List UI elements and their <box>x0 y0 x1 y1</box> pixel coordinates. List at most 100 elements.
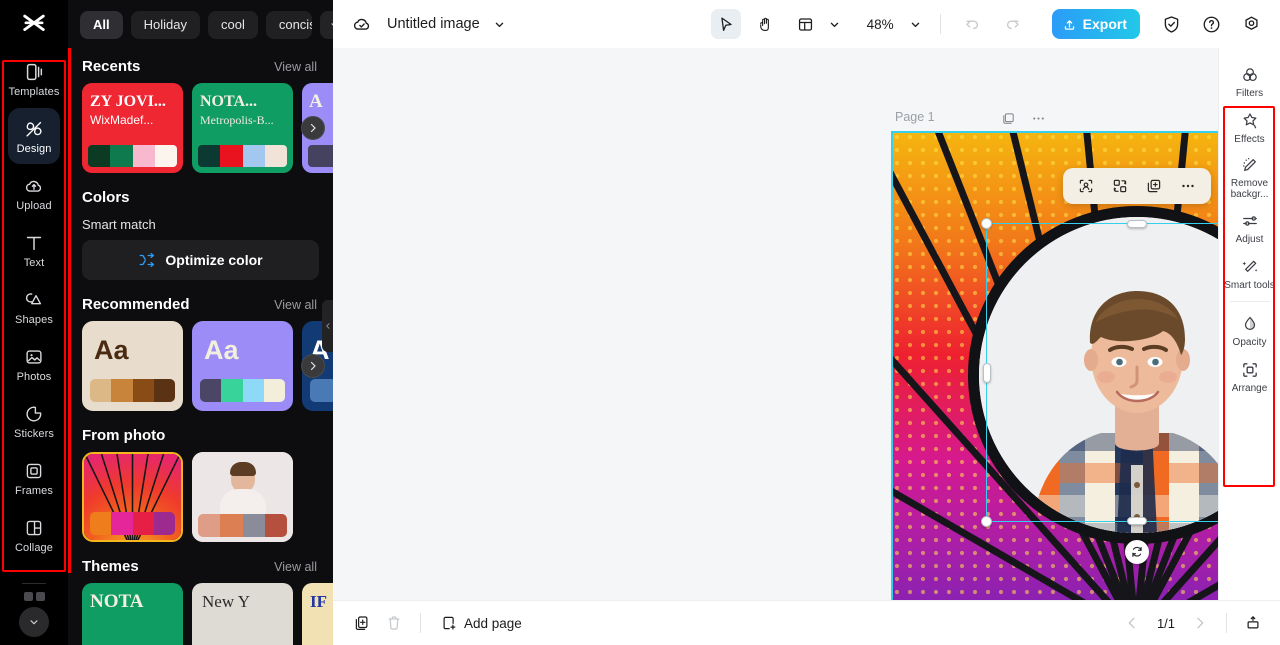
rotate-handle[interactable] <box>1125 540 1149 564</box>
sidebar-item-photos[interactable]: Photos <box>8 336 60 392</box>
shield-check-icon <box>1164 15 1178 33</box>
templates-icon <box>23 61 45 83</box>
filter-chips-expand-button[interactable] <box>319 10 333 39</box>
next-page-button[interactable] <box>1187 610 1213 636</box>
redo-icon <box>1007 20 1019 29</box>
panel-collapse-handle[interactable] <box>322 300 333 352</box>
cloud-saved-icon[interactable] <box>351 13 373 35</box>
object-more-button[interactable] <box>1173 172 1203 200</box>
add-page-button[interactable]: Add page <box>434 614 522 632</box>
zoom-caret[interactable] <box>908 17 923 32</box>
recommended-next-arrow[interactable] <box>301 354 325 378</box>
filter-chip-cool[interactable]: cool <box>207 10 258 39</box>
export-tray-button[interactable] <box>1240 610 1266 636</box>
replace-image-button[interactable] <box>1105 172 1135 200</box>
shield-check-button[interactable] <box>1156 9 1186 39</box>
cutout-subject-icon <box>1079 179 1093 193</box>
rail-divider <box>22 583 46 584</box>
page-more-icon[interactable] <box>1028 108 1048 128</box>
from-photo-row <box>68 452 333 542</box>
theme-card-1[interactable]: NOTA <box>82 583 183 645</box>
card-subtitle: WixMadef... <box>90 113 154 127</box>
right-tool-filters[interactable]: Filters <box>1222 58 1278 104</box>
card-title: IF <box>310 592 327 611</box>
hand-icon <box>760 17 770 31</box>
filter-chip-concise[interactable]: concise <box>265 10 312 39</box>
left-rail-items: Templates Design Upload Text Shapes Phot… <box>0 48 68 579</box>
duplicate-object-button[interactable] <box>1139 172 1169 200</box>
trash-icon <box>388 616 400 630</box>
sidebar-item-shapes[interactable]: Shapes <box>8 279 60 335</box>
resize-handle-top[interactable] <box>1127 220 1147 228</box>
duplicate-page-icon[interactable] <box>998 108 1018 128</box>
settings-button[interactable] <box>1236 9 1266 39</box>
duplicate-page-button[interactable] <box>349 610 375 636</box>
panel-scroll-body[interactable]: Recents View all ZY JOVI... WixMadef... … <box>68 48 333 645</box>
sidebar-item-templates[interactable]: Templates <box>8 51 60 107</box>
capcut-logo[interactable] <box>0 0 68 48</box>
right-tool-arrange[interactable]: Arrange <box>1222 353 1278 399</box>
filter-chip-all[interactable]: All <box>80 10 123 39</box>
sidebar-item-design[interactable]: Design <box>8 108 60 164</box>
recents-next-arrow[interactable] <box>301 116 325 140</box>
resize-handle-bottom-left[interactable] <box>981 516 992 527</box>
resize-handle-left[interactable] <box>983 362 991 383</box>
sidebar-item-label: Text <box>23 256 45 269</box>
optimize-color-button[interactable]: Optimize color <box>82 240 319 280</box>
delete-page-button[interactable] <box>381 610 407 636</box>
smart-match-label: Smart match <box>82 217 156 232</box>
prev-page-button[interactable] <box>1119 610 1145 636</box>
right-tool-adjust[interactable]: Adjust <box>1222 204 1278 250</box>
from-photo-card-sunburst[interactable] <box>82 452 183 542</box>
help-button[interactable] <box>1196 9 1226 39</box>
resize-handle-bottom[interactable] <box>1127 517 1147 525</box>
collage-icon <box>23 517 45 539</box>
sidebar-item-label: Photos <box>16 370 52 383</box>
right-tool-remove-background[interactable]: Remove backgr... <box>1222 150 1278 204</box>
theme-card-3[interactable]: IF <box>302 583 333 645</box>
sidebar-item-upload[interactable]: Upload <box>8 165 60 221</box>
undo-button[interactable] <box>958 9 988 39</box>
photo-icon <box>23 346 45 368</box>
canvas-stage[interactable]: Page 1 Filters Effects Remove backgr... … <box>333 48 1280 600</box>
expand-rail-button[interactable] <box>19 607 49 637</box>
export-button[interactable]: Export <box>1051 9 1140 39</box>
recents-view-all[interactable]: View all <box>274 60 317 74</box>
right-tool-effects[interactable]: Effects <box>1222 104 1278 150</box>
sidebar-item-frames[interactable]: Frames <box>8 450 60 506</box>
smart-tools-wand-icon <box>1241 260 1257 272</box>
theme-card-2[interactable]: New Y <box>192 583 293 645</box>
sidebar-item-text[interactable]: Text <box>8 222 60 278</box>
card-swatches <box>308 145 333 167</box>
recommended-view-all[interactable]: View all <box>274 298 317 312</box>
right-tool-opacity[interactable]: Opacity <box>1222 307 1278 353</box>
hand-tool-button[interactable] <box>751 9 781 39</box>
right-tool-label: Remove backgr... <box>1230 178 1269 200</box>
document-title[interactable]: Untitled image <box>387 16 480 32</box>
right-tool-label: Filters <box>1235 87 1264 99</box>
cutout-subject-button[interactable] <box>1071 172 1101 200</box>
recents-card-1[interactable]: ZY JOVI... WixMadef... <box>82 83 183 173</box>
right-tool-label: Adjust <box>1235 233 1264 245</box>
from-photo-card-portrait[interactable] <box>192 452 293 542</box>
recents-card-2[interactable]: NOTA... Metropolis-B... <box>192 83 293 173</box>
sidebar-item-stickers[interactable]: Stickers <box>8 393 60 449</box>
layout-tool-button[interactable] <box>791 9 821 39</box>
zoom-level[interactable]: 48% <box>860 17 894 32</box>
redo-button[interactable] <box>998 9 1028 39</box>
themes-view-all[interactable]: View all <box>274 560 317 574</box>
right-tool-smart-tools[interactable]: Smart tools <box>1222 250 1278 296</box>
sidebar-item-collage[interactable]: Collage <box>8 507 60 563</box>
card-swatches <box>198 145 287 167</box>
resize-handle-top-left[interactable] <box>981 218 992 229</box>
top-toolbar: Untitled image 48% Export <box>333 0 1280 48</box>
layout-caret[interactable] <box>827 17 842 32</box>
palette-card-1[interactable]: Aa <box>82 321 183 411</box>
select-tool-button[interactable] <box>710 9 741 39</box>
filter-chip-holiday[interactable]: Holiday <box>130 10 200 39</box>
document-title-caret[interactable] <box>492 17 507 32</box>
main-area: Untitled image 48% Export Page 1 Filters… <box>333 0 1280 645</box>
chevron-down-icon <box>911 22 919 27</box>
palette-card-2[interactable]: Aa <box>192 321 293 411</box>
right-tool-label: Effects <box>1234 133 1265 145</box>
